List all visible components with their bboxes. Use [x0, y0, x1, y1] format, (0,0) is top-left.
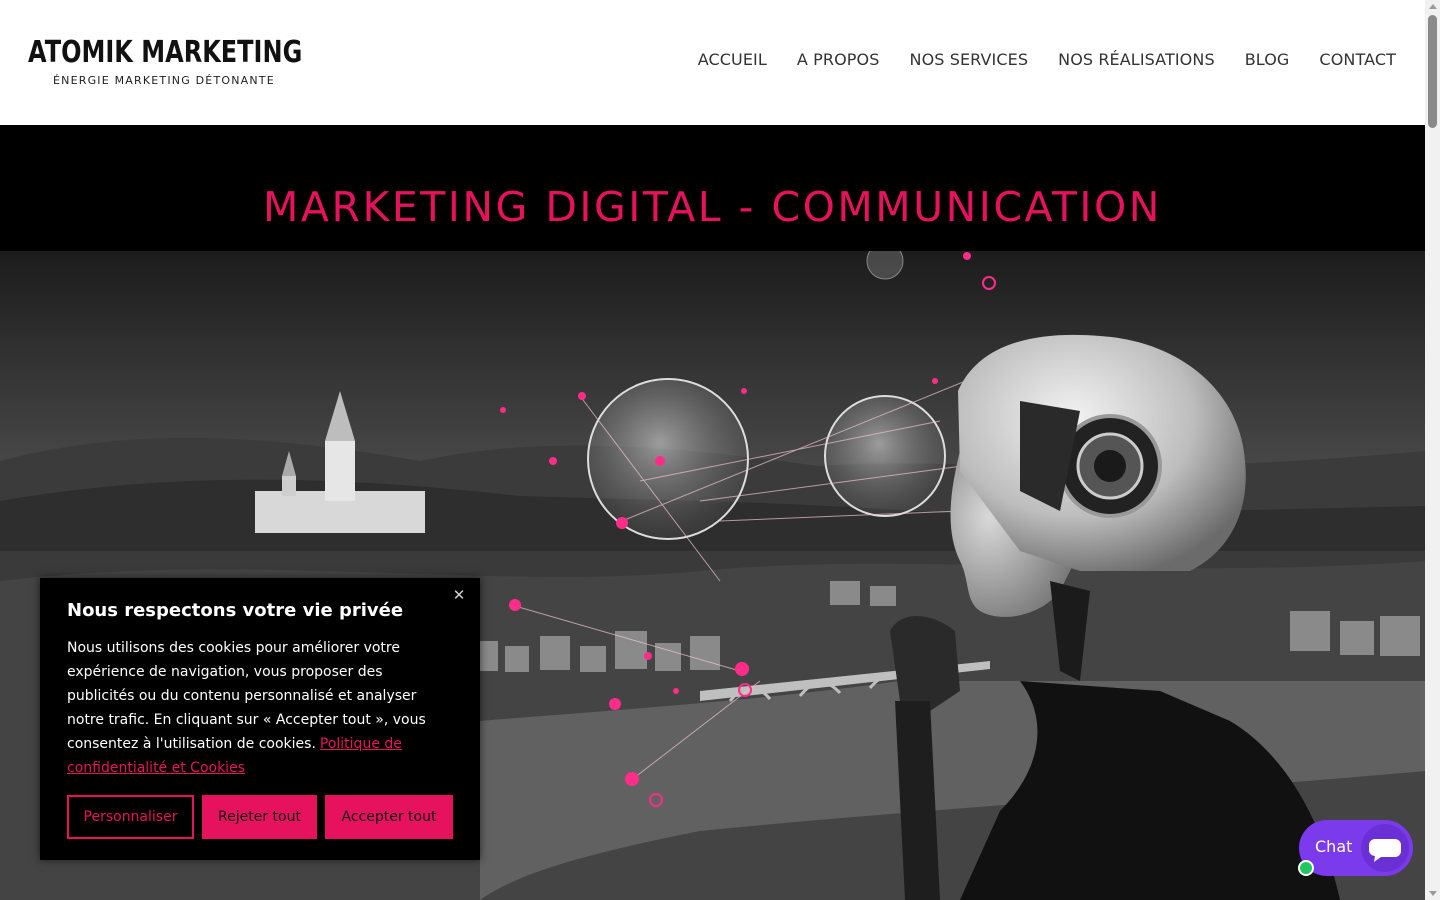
page: ATOMIK MARKETING ÉNERGIE MARKETING DÉTON…: [0, 0, 1440, 900]
customize-button[interactable]: Personnaliser: [67, 795, 194, 839]
site-header: ATOMIK MARKETING ÉNERGIE MARKETING DÉTON…: [0, 0, 1425, 125]
scroll-up-arrow-icon[interactable]: [1429, 4, 1437, 9]
chat-label: Chat: [1315, 837, 1353, 856]
accept-all-button[interactable]: Accepter tout: [325, 795, 453, 839]
nav-item-nos-realisations[interactable]: NOS RÉALISATIONS: [1058, 49, 1215, 71]
chat-widget-button[interactable]: Chat: [1299, 820, 1413, 876]
chat-bubble-icon: [1361, 824, 1409, 872]
online-status-dot: [1298, 860, 1314, 876]
site-logo[interactable]: ATOMIK MARKETING ÉNERGIE MARKETING DÉTON…: [28, 35, 303, 88]
nav-item-a-propos[interactable]: A PROPOS: [797, 49, 880, 71]
nav-item-blog[interactable]: BLOG: [1245, 49, 1290, 71]
nav-item-nos-services[interactable]: NOS SERVICES: [910, 49, 1029, 71]
scroll-down-arrow-icon[interactable]: [1429, 891, 1437, 896]
cookie-banner-text: Nous utilisons des cookies pour améliore…: [67, 636, 447, 780]
page-scrollbar[interactable]: [1425, 0, 1440, 900]
cookie-consent-banner: ✕ Nous respectons votre vie privée Nous …: [40, 578, 480, 860]
main-nav: ACCUEIL A PROPOS NOS SERVICES NOS RÉALIS…: [698, 49, 1396, 71]
logo-tagline: ÉNERGIE MARKETING DÉTONANTE: [53, 74, 275, 87]
nav-item-contact[interactable]: CONTACT: [1319, 49, 1396, 71]
logo-name: ATOMIK MARKETING: [28, 35, 303, 70]
cookie-banner-title: Nous respectons votre vie privée: [67, 600, 404, 621]
reject-all-button[interactable]: Rejeter tout: [202, 795, 317, 839]
hero-title-band: MARKETING DIGITAL - COMMUNICATION: [0, 125, 1425, 251]
nav-item-accueil[interactable]: ACCUEIL: [698, 49, 767, 71]
scrollbar-thumb[interactable]: [1428, 15, 1437, 128]
hero-title: MARKETING DIGITAL - COMMUNICATION: [263, 183, 1162, 231]
